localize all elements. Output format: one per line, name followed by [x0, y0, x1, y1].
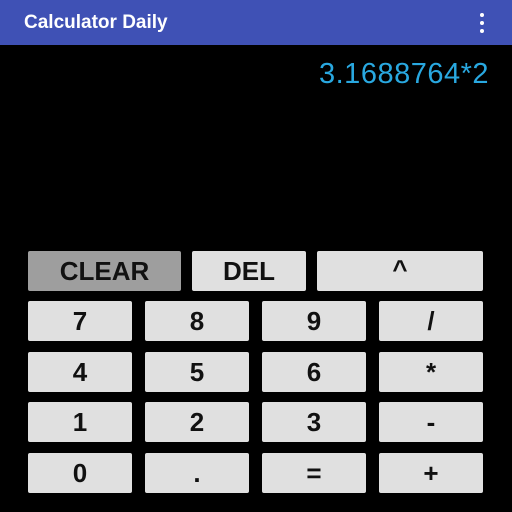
delete-button-label: DEL: [223, 256, 275, 286]
digit-1-button[interactable]: 1: [28, 402, 132, 442]
equals-button[interactable]: =: [262, 453, 366, 493]
key-label: 2: [189, 407, 205, 437]
divide-button[interactable]: /: [379, 301, 483, 341]
expression-display: 3.1688764*2: [319, 58, 489, 90]
power-button-label: ^: [392, 254, 408, 284]
key-label: .: [193, 458, 201, 488]
power-button[interactable]: ^: [317, 251, 483, 291]
digit-5-button[interactable]: 5: [145, 352, 249, 392]
digit-0-button[interactable]: 0: [28, 453, 132, 493]
add-button[interactable]: +: [379, 453, 483, 493]
decimal-point-button[interactable]: .: [145, 453, 249, 493]
digit-7-button[interactable]: 7: [28, 301, 132, 341]
digit-9-button[interactable]: 9: [262, 301, 366, 341]
digit-2-button[interactable]: 2: [145, 402, 249, 442]
digit-4-button[interactable]: 4: [28, 352, 132, 392]
key-label: =: [306, 458, 322, 488]
clear-button-label: CLEAR: [59, 256, 150, 286]
key-label: +: [423, 458, 439, 488]
digit-8-button[interactable]: 8: [145, 301, 249, 341]
key-label: 4: [72, 357, 88, 387]
key-label: *: [425, 357, 437, 387]
app-bar: Calculator Daily: [0, 0, 512, 45]
key-label: 3: [306, 407, 322, 437]
app-title: Calculator Daily: [24, 12, 168, 33]
clear-button[interactable]: CLEAR: [28, 251, 181, 291]
digit-3-button[interactable]: 3: [262, 402, 366, 442]
key-label: 6: [306, 357, 322, 387]
key-label: 7: [72, 306, 88, 336]
digit-6-button[interactable]: 6: [262, 352, 366, 392]
multiply-button[interactable]: *: [379, 352, 483, 392]
key-label: 0: [72, 458, 88, 488]
subtract-button[interactable]: -: [379, 402, 483, 442]
key-label: /: [427, 306, 435, 336]
overflow-menu-icon[interactable]: [476, 13, 488, 33]
key-label: -: [426, 407, 436, 437]
key-label: 8: [189, 306, 205, 336]
key-label: 9: [306, 306, 322, 336]
calculator-app: Calculator Daily 3.1688764*2 CLEAR DEL ^…: [0, 0, 512, 512]
key-label: 5: [189, 357, 205, 387]
delete-button[interactable]: DEL: [192, 251, 306, 291]
key-label: 1: [72, 407, 88, 437]
